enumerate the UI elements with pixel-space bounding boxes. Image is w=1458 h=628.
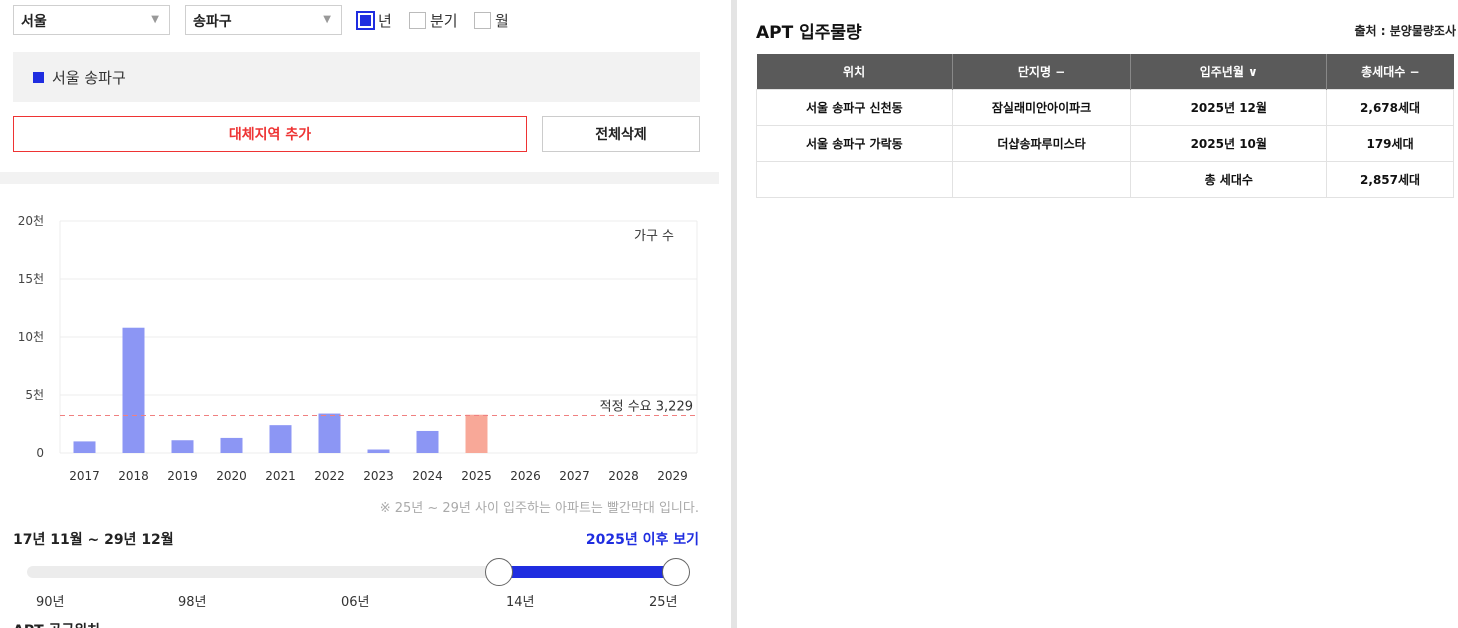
reference-line-label: 적정 수요 3,229: [600, 400, 693, 415]
slider-tick: 06년: [341, 595, 370, 610]
bar-2020: [220, 437, 243, 453]
cell-location: 서울 송파구 가락동: [756, 124, 953, 162]
x-tick-label: 2027: [559, 469, 590, 483]
bar-2019: [171, 440, 194, 453]
city-select-value: 서울: [21, 14, 47, 30]
apt-supply-table: 위치 단지명 − 입주년월 ∨ 총세대수 − 서울 송파구 신천동 잠실래미안아…: [756, 54, 1454, 198]
column-header-complex[interactable]: 단지명 −: [952, 54, 1132, 89]
view-after-2025-link[interactable]: 2025년 이후 보기: [586, 529, 699, 549]
y-tick-label: 10천: [18, 329, 44, 344]
selected-region-label: 서울 송파구: [52, 68, 126, 87]
x-tick-label: 2020: [216, 469, 247, 483]
bar-2024: [416, 430, 439, 453]
table-total-row: 총 세대수 2,857세대: [756, 160, 1454, 198]
chart-grid: [59, 220, 698, 454]
total-label: 총 세대수: [1130, 160, 1328, 198]
x-tick-label: 2028: [608, 469, 639, 483]
y-tick-label: 15천: [18, 271, 44, 286]
slider-tick: 98년: [178, 595, 207, 610]
selected-region-box: 서울 송파구: [13, 52, 700, 102]
apt-location-title: APT 공급위치: [13, 620, 100, 628]
cell-complex: 잠실래미안아이파크: [951, 88, 1132, 126]
period-checkbox-year[interactable]: 년: [356, 9, 392, 31]
y-tick-label: 20천: [18, 213, 44, 228]
x-tick-label: 2019: [167, 469, 198, 483]
x-tick-label: 2017: [69, 469, 100, 483]
column-header-location[interactable]: 위치: [756, 54, 953, 89]
table-row[interactable]: 서울 송파구 가락동 더샵송파루미스타 2025년 10월 179세대: [756, 124, 1454, 162]
cell-units: 2,678세대: [1326, 88, 1454, 126]
series-label: 가구 수: [634, 229, 674, 244]
add-region-button[interactable]: 대체지역 추가: [13, 116, 527, 152]
cell-move-in: 2025년 12월: [1130, 88, 1328, 126]
chevron-down-icon: ▼: [151, 14, 159, 25]
period-checkbox-month[interactable]: 월: [474, 9, 509, 31]
bar-2018: [122, 327, 145, 453]
apt-supply-title: APT 입주물량: [756, 23, 862, 43]
period-checkbox-quarter[interactable]: 분기: [409, 9, 458, 31]
checkbox-unchecked-icon[interactable]: [474, 11, 491, 29]
chart-x-ticks: 2017 2018 2019 2020 2021 2022 2023 2024 2025 2026…: [69, 469, 688, 483]
slider-tick: 90년: [36, 595, 65, 610]
region-color-swatch: [33, 71, 44, 83]
x-tick-label: 2021: [265, 469, 296, 483]
slider-handle-end[interactable]: [662, 558, 690, 586]
district-select[interactable]: 송파구 ▼: [185, 5, 342, 35]
clear-all-button[interactable]: 전체삭제: [542, 116, 700, 152]
bar-2021: [269, 425, 292, 453]
slider-tick: 14년: [506, 595, 535, 610]
y-tick-label: 5천: [25, 387, 44, 402]
period-year-label: 년: [378, 11, 392, 30]
range-label: 17년 11월 ~ 29년 12월: [13, 532, 174, 548]
x-tick-label: 2018: [118, 469, 149, 483]
period-month-label: 월: [495, 11, 509, 30]
cell-empty: [756, 160, 953, 198]
y-tick-label: 0: [36, 446, 44, 460]
total-value: 2,857세대: [1326, 160, 1454, 198]
bar-2017: [73, 441, 96, 453]
table-row[interactable]: 서울 송파구 신천동 잠실래미안아이파크 2025년 12월 2,678세대: [756, 88, 1454, 126]
bar-2025: [465, 414, 488, 453]
bar-2022: [318, 413, 341, 453]
left-panel: 서울 ▼ 송파구 ▼ 년 분기 월 서울 송파구 대체지역 추가 전체삭제 0 5…: [0, 0, 719, 628]
supply-bar-chart: 0 5천 10천 15천 20천 2017 2018 2019 2020 2021 2022 202…: [18, 213, 698, 483]
checkbox-checked-icon[interactable]: [356, 10, 375, 30]
slider-handle-start[interactable]: [485, 558, 513, 586]
right-panel: APT 입주물량 출처 : 분양물량조사 위치 단지명 − 입주년월 ∨ 총세대…: [737, 0, 1458, 628]
column-header-total-units[interactable]: 총세대수 −: [1326, 54, 1454, 89]
apt-source: 출처 : 분양물량조사: [1354, 24, 1456, 38]
cell-empty: [951, 160, 1132, 198]
chevron-down-icon: ▼: [323, 14, 331, 25]
period-quarter-label: 분기: [430, 11, 458, 30]
chart-note: ※ 25년 ~ 29년 사이 입주하는 아파트는 빨간막대 입니다.: [379, 501, 699, 516]
column-header-move-in[interactable]: 입주년월 ∨: [1130, 54, 1328, 89]
year-range-slider-fill: [498, 566, 676, 578]
city-select[interactable]: 서울 ▼: [13, 5, 170, 35]
table-header-row: 위치 단지명 − 입주년월 ∨ 총세대수 −: [756, 54, 1454, 89]
x-tick-label: 2024: [412, 469, 443, 483]
section-divider: [0, 172, 719, 184]
cell-move-in: 2025년 10월: [1130, 124, 1328, 162]
x-tick-label: 2026: [510, 469, 541, 483]
x-tick-label: 2023: [363, 469, 394, 483]
bar-2023: [367, 449, 390, 453]
chart-bars: [73, 327, 488, 453]
checkbox-unchecked-icon[interactable]: [409, 11, 426, 29]
x-tick-label: 2029: [657, 469, 688, 483]
cell-location: 서울 송파구 신천동: [756, 88, 953, 126]
district-select-value: 송파구: [193, 14, 232, 30]
chart-y-ticks: 0 5천 10천 15천 20천: [18, 213, 44, 460]
cell-complex: 더샵송파루미스타: [951, 124, 1132, 162]
cell-units: 179세대: [1326, 124, 1454, 162]
x-tick-label: 2025: [461, 469, 492, 483]
x-tick-label: 2022: [314, 469, 345, 483]
slider-tick: 25년: [649, 595, 678, 610]
